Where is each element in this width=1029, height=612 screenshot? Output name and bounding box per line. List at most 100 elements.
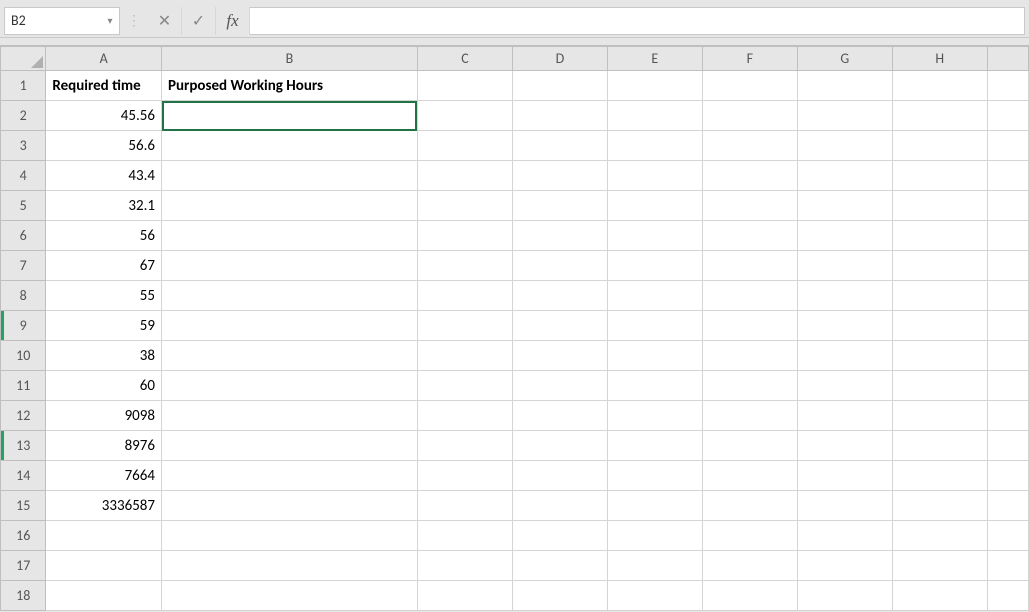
col-header-B[interactable]: B [162, 47, 418, 71]
cell-I4[interactable] [987, 161, 1028, 191]
cell-A4[interactable]: 43.4 [46, 161, 162, 191]
row-header-11[interactable]: 11 [1, 371, 46, 401]
cell-I1[interactable] [987, 71, 1028, 101]
cell-C1[interactable] [417, 71, 512, 101]
cell-H10[interactable] [892, 341, 987, 371]
cell-C8[interactable] [417, 281, 512, 311]
cell-G16[interactable] [797, 521, 892, 551]
cell-A9[interactable]: 59 [46, 311, 162, 341]
cell-D10[interactable] [512, 341, 607, 371]
cell-B10[interactable] [162, 341, 418, 371]
cell-H12[interactable] [892, 401, 987, 431]
cell-E18[interactable] [607, 581, 702, 611]
cell-C15[interactable] [417, 491, 512, 521]
cell-I6[interactable] [987, 221, 1028, 251]
cell-I9[interactable] [987, 311, 1028, 341]
cell-B16[interactable] [162, 521, 418, 551]
col-header-A[interactable]: A [46, 47, 162, 71]
cell-G5[interactable] [797, 191, 892, 221]
col-header-C[interactable]: C [417, 47, 512, 71]
cell-B6[interactable] [162, 221, 418, 251]
cell-D2[interactable] [512, 101, 607, 131]
cell-B8[interactable] [162, 281, 418, 311]
cell-F5[interactable] [702, 191, 797, 221]
cell-G17[interactable] [797, 551, 892, 581]
col-header-H[interactable]: H [892, 47, 987, 71]
cell-B3[interactable] [162, 131, 418, 161]
cell-F7[interactable] [702, 251, 797, 281]
cell-F13[interactable] [702, 431, 797, 461]
cell-C4[interactable] [417, 161, 512, 191]
cell-D11[interactable] [512, 371, 607, 401]
cell-I2[interactable] [987, 101, 1028, 131]
cell-A11[interactable]: 60 [46, 371, 162, 401]
cell-H14[interactable] [892, 461, 987, 491]
cell-I17[interactable] [987, 551, 1028, 581]
cell-A12[interactable]: 9098 [46, 401, 162, 431]
cell-G6[interactable] [797, 221, 892, 251]
cell-B18[interactable] [162, 581, 418, 611]
cell-C6[interactable] [417, 221, 512, 251]
cell-F11[interactable] [702, 371, 797, 401]
cell-A15[interactable]: 3336587 [46, 491, 162, 521]
cell-B2[interactable] [162, 101, 418, 131]
cell-E13[interactable] [607, 431, 702, 461]
cell-C18[interactable] [417, 581, 512, 611]
cell-C11[interactable] [417, 371, 512, 401]
row-header-12[interactable]: 12 [1, 401, 46, 431]
cell-C14[interactable] [417, 461, 512, 491]
cell-D17[interactable] [512, 551, 607, 581]
cell-B11[interactable] [162, 371, 418, 401]
cell-B15[interactable] [162, 491, 418, 521]
cell-G12[interactable] [797, 401, 892, 431]
cell-G8[interactable] [797, 281, 892, 311]
cell-I12[interactable] [987, 401, 1028, 431]
cell-D14[interactable] [512, 461, 607, 491]
col-header-F[interactable]: F [702, 47, 797, 71]
cell-E11[interactable] [607, 371, 702, 401]
cell-D16[interactable] [512, 521, 607, 551]
cell-H16[interactable] [892, 521, 987, 551]
cell-D18[interactable] [512, 581, 607, 611]
row-header-9[interactable]: 9 [1, 311, 46, 341]
cell-B5[interactable] [162, 191, 418, 221]
cell-D8[interactable] [512, 281, 607, 311]
cell-C16[interactable] [417, 521, 512, 551]
cell-A16[interactable] [46, 521, 162, 551]
cell-D12[interactable] [512, 401, 607, 431]
cell-C13[interactable] [417, 431, 512, 461]
cell-D9[interactable] [512, 311, 607, 341]
row-header-16[interactable]: 16 [1, 521, 46, 551]
enter-icon[interactable]: ✓ [182, 7, 216, 35]
cell-G15[interactable] [797, 491, 892, 521]
cell-H6[interactable] [892, 221, 987, 251]
cell-G7[interactable] [797, 251, 892, 281]
row-header-1[interactable]: 1 [1, 71, 46, 101]
row-header-5[interactable]: 5 [1, 191, 46, 221]
col-header-extra[interactable] [987, 47, 1028, 71]
cell-I14[interactable] [987, 461, 1028, 491]
cell-C12[interactable] [417, 401, 512, 431]
cell-H5[interactable] [892, 191, 987, 221]
row-header-3[interactable]: 3 [1, 131, 46, 161]
cell-A6[interactable]: 56 [46, 221, 162, 251]
cell-H9[interactable] [892, 311, 987, 341]
cell-E14[interactable] [607, 461, 702, 491]
cell-A5[interactable]: 32.1 [46, 191, 162, 221]
cell-H11[interactable] [892, 371, 987, 401]
cell-F16[interactable] [702, 521, 797, 551]
spreadsheet-grid[interactable]: A B C D E F G H 1 Required time Purposed… [0, 46, 1029, 611]
cell-I10[interactable] [987, 341, 1028, 371]
cell-C10[interactable] [417, 341, 512, 371]
cell-F9[interactable] [702, 311, 797, 341]
cell-A1[interactable]: Required time [46, 71, 162, 101]
cell-D7[interactable] [512, 251, 607, 281]
cell-A13[interactable]: 8976 [46, 431, 162, 461]
name-box[interactable]: B2 ▾ [4, 7, 120, 35]
cell-H18[interactable] [892, 581, 987, 611]
formula-input[interactable] [250, 7, 1025, 35]
cell-E2[interactable] [607, 101, 702, 131]
cell-B17[interactable] [162, 551, 418, 581]
row-header-18[interactable]: 18 [1, 581, 46, 611]
cell-C9[interactable] [417, 311, 512, 341]
